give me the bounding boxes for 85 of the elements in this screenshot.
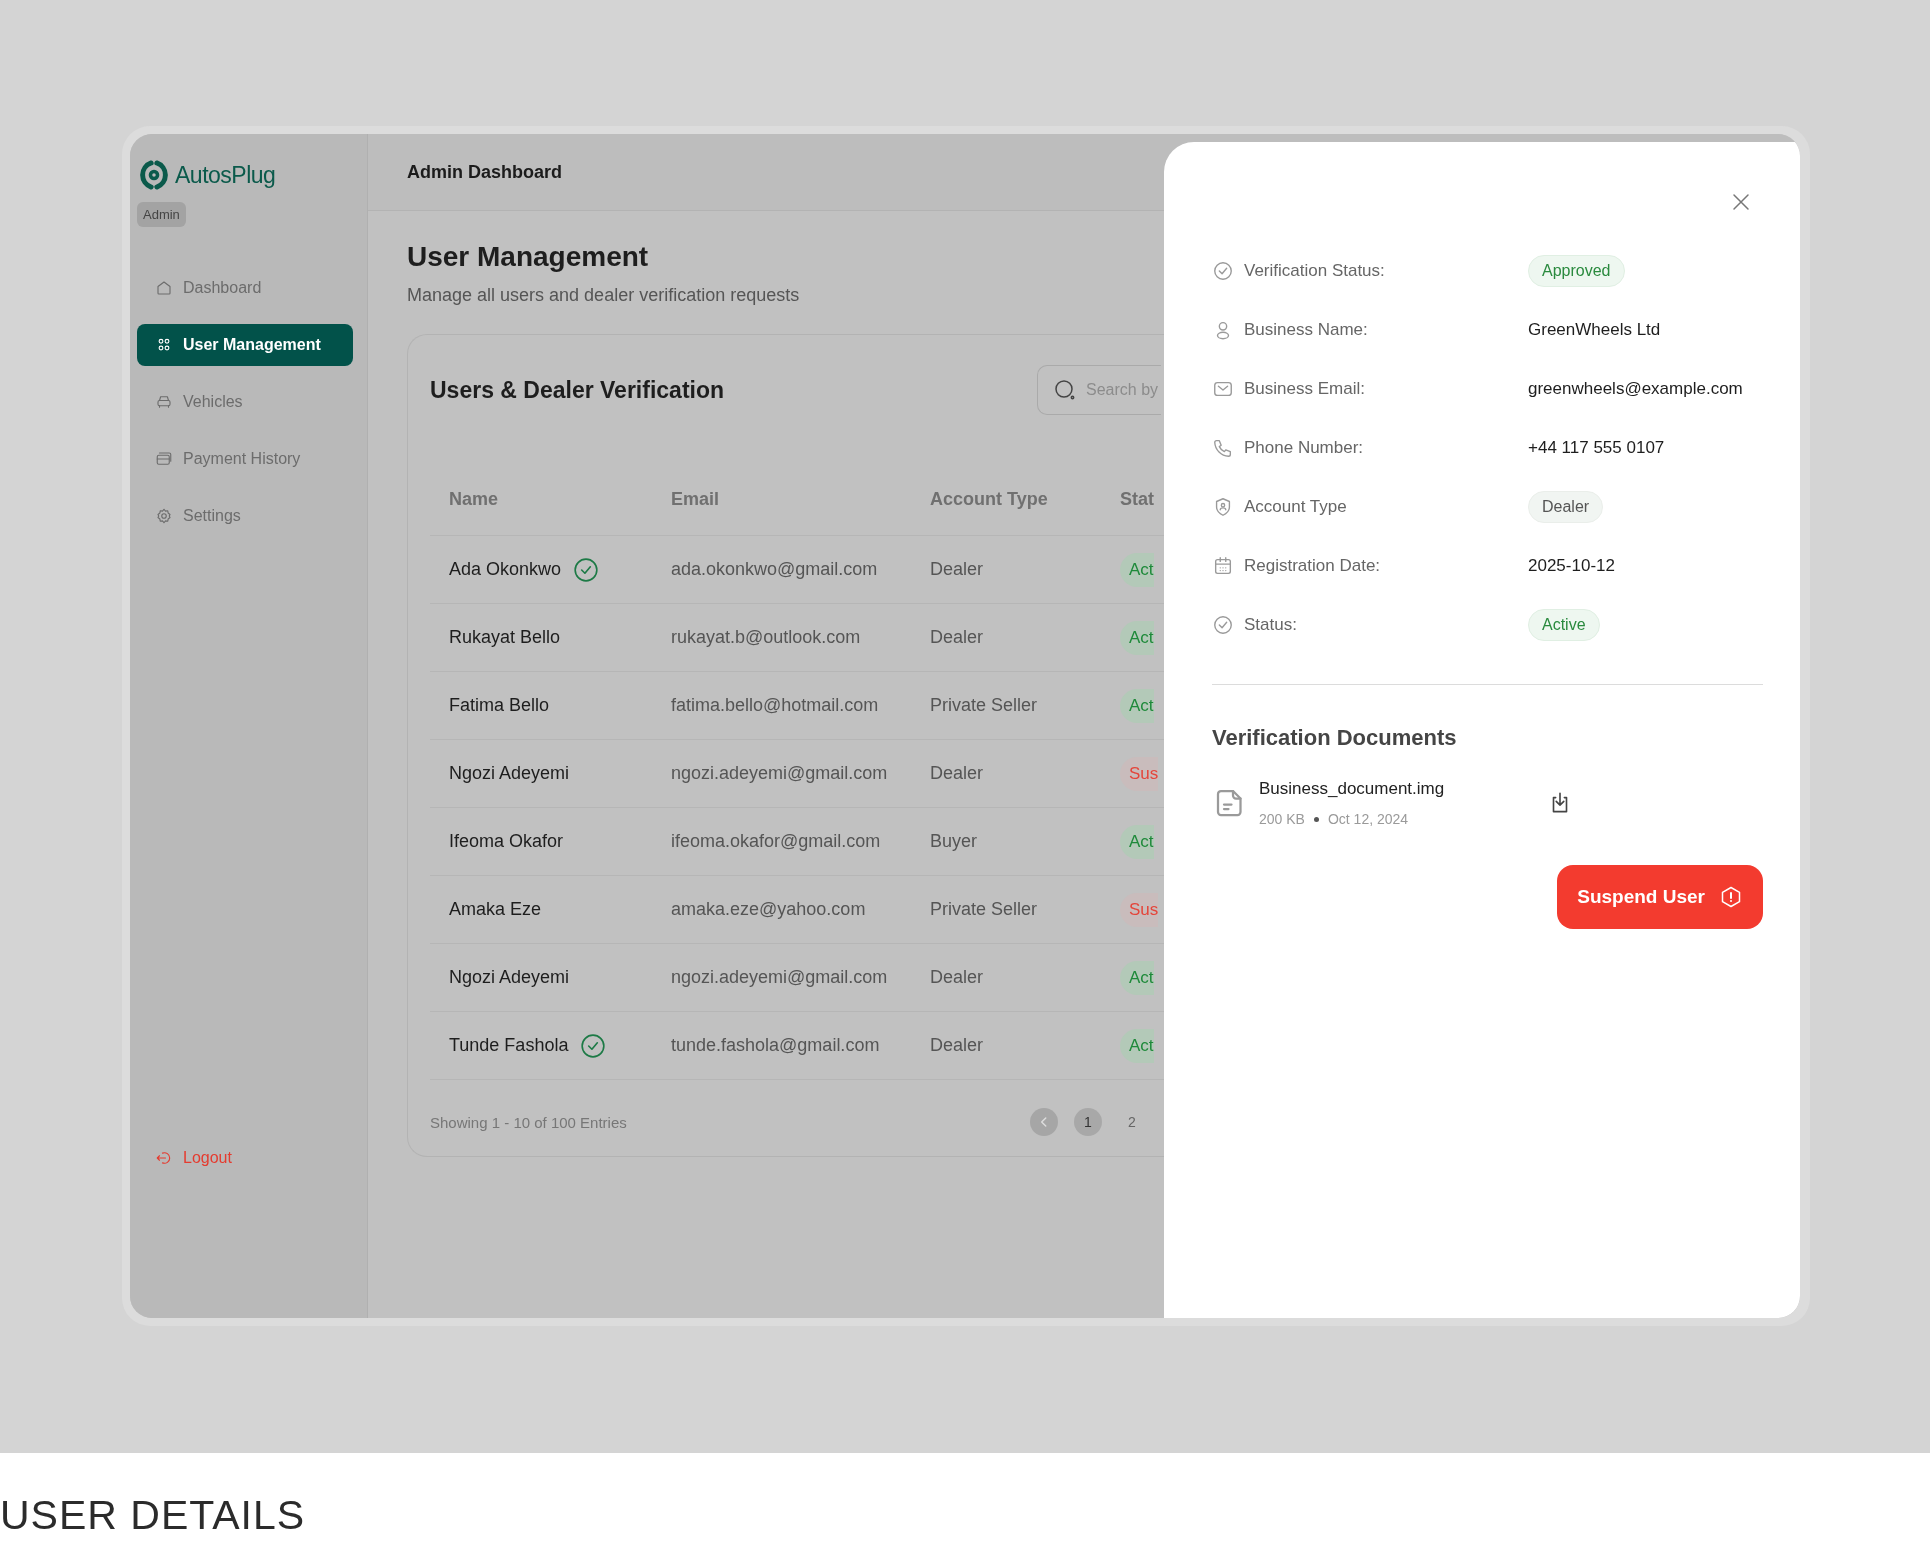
table-cell-text: Private Seller [930, 695, 1039, 716]
field-label: Business Email: [1244, 378, 1365, 399]
field-value: +44 117 555 0107 [1528, 437, 1665, 458]
table-cell: Fatima Bello [449, 695, 550, 716]
field-label: Business Name: [1244, 319, 1368, 340]
table-cell: Ngozi Adeyemi [449, 763, 570, 784]
table-cell-text: Dealer [930, 763, 985, 784]
field-label: Phone Number: [1244, 437, 1364, 458]
table-cell-text: ngozi.adeyemi@gmail.com [671, 763, 889, 784]
status-badge: Act [1120, 1028, 1154, 1063]
table-cell-text: Dealer [930, 1035, 985, 1056]
status-badge: Act [1120, 688, 1154, 723]
status-badge: Act [1120, 960, 1154, 995]
car-icon [155, 393, 173, 411]
cards-icon [155, 450, 173, 468]
file-size: 200 KB [1259, 811, 1305, 827]
page-button[interactable]: 2 [1118, 1108, 1146, 1136]
warning-icon [1719, 885, 1743, 909]
header-title: Admin Dashboard [368, 134, 1164, 211]
column-header: Email [671, 488, 721, 510]
table-cell: Rukayat Bello [449, 627, 561, 648]
table-cell-text: Dealer [930, 967, 985, 988]
table-cell-text: fatima.bello@hotmail.com [671, 695, 880, 716]
gear-icon [155, 507, 173, 525]
entries-summary: Showing 1 - 10 of 100 Entries [430, 1113, 628, 1131]
suspend-user-button[interactable]: Suspend User [1557, 865, 1763, 929]
logo-text: AutosPlug [175, 161, 276, 189]
check-circle-icon [1212, 613, 1234, 636]
sidebar-item[interactable]: Vehicles [137, 381, 353, 423]
table-cell-text: rukayat.b@outlook.com [671, 627, 862, 648]
table-cell-text: ifeoma.okafor@gmail.com [671, 831, 882, 852]
status-badge: Active [1528, 608, 1600, 641]
dot-icon [1313, 816, 1319, 822]
caption: USER DETAILS [0, 1495, 306, 1540]
table-cell-text: ngozi.adeyemi@gmail.com [671, 967, 889, 988]
field-label: Account Type [1244, 496, 1347, 517]
table-cell: Tunde Fashola [449, 1035, 569, 1056]
file-date: Oct 12, 2024 [1327, 811, 1409, 827]
sidebar-item[interactable]: Payment History [137, 438, 353, 480]
type-badge: Dealer [1528, 490, 1604, 523]
page-button[interactable]: 1 [1074, 1108, 1102, 1136]
field-value: 2025-10-12 [1528, 555, 1615, 576]
status-badge: Sus [1120, 756, 1159, 791]
logout-button[interactable]: Logout [137, 1148, 353, 1168]
field-label: Status: [1244, 614, 1297, 635]
status-badge: Act [1120, 552, 1154, 587]
calendar-icon [1212, 554, 1234, 577]
table-cell-text: amaka.eze@yahoo.com [671, 899, 867, 920]
check-circle-icon [1212, 259, 1234, 282]
status-badge: Sus [1120, 892, 1159, 927]
column-header: Account Type [930, 488, 1049, 510]
sidebar-item[interactable]: Dashboard [137, 267, 353, 309]
sidebar-item[interactable]: Settings [137, 495, 353, 537]
section-title: Verification Documents [1212, 725, 1458, 751]
role-badge: Admin [137, 202, 186, 227]
field-value: greenwheels@example.com [1528, 378, 1743, 399]
status-badge: Act [1120, 824, 1154, 859]
verified-check-icon [580, 1032, 607, 1059]
table-cell: Ada Okonkwo [449, 559, 562, 580]
table-cell-text: Dealer [930, 627, 985, 648]
status-badge: Approved [1528, 254, 1625, 287]
house-icon [155, 279, 173, 297]
table-cell-text: Dealer [930, 559, 985, 580]
file-name: Business_document.img [1259, 779, 1445, 799]
column-header: Name [449, 488, 500, 510]
table-cell: Ngozi Adeyemi [449, 967, 570, 988]
table-cell: Amaka Eze [449, 899, 542, 920]
logo-icon [137, 158, 171, 192]
field-value: GreenWheels Ltd [1528, 319, 1661, 340]
page-title: User Management [407, 241, 650, 273]
card-title: Users & Dealer Verification [430, 376, 726, 404]
verified-check-icon [573, 556, 600, 583]
search-icon [1053, 378, 1077, 402]
logout-icon [155, 1149, 173, 1167]
table-cell-text: Buyer [930, 831, 979, 852]
table-cell-text: tunde.fashola@gmail.com [671, 1035, 881, 1056]
page-subtitle: Manage all users and dealer verification requests [407, 285, 801, 306]
table-cell: Ifeoma Okafor [449, 831, 564, 852]
table-cell-text: ada.okonkwo@gmail.com [671, 559, 879, 580]
column-header: Stat [1120, 488, 1155, 510]
sidebar-item[interactable]: User Management [137, 324, 353, 366]
table-cell-text: Private Seller [930, 899, 1039, 920]
field-label: Registration Date: [1244, 555, 1381, 576]
status-badge: Act [1120, 620, 1154, 655]
field-label: Verification Status: [1244, 260, 1385, 281]
